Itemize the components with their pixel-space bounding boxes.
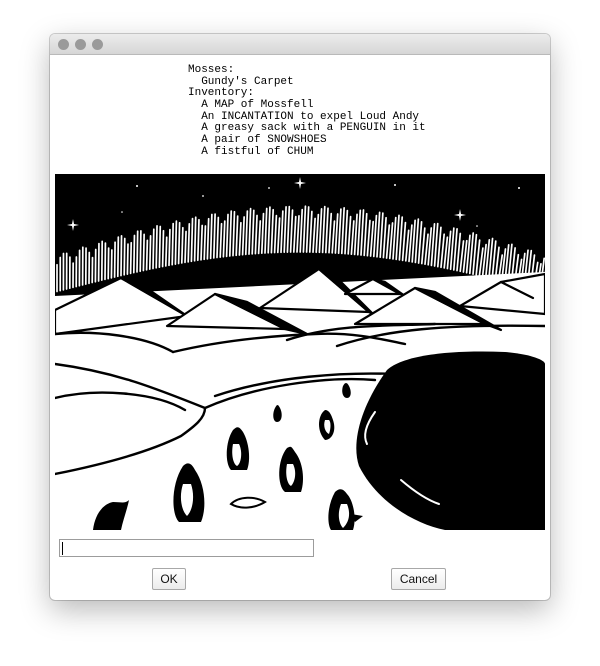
status-line: A fistful of CHUM <box>188 145 314 158</box>
status-line: A MAP of Mossfell <box>188 99 314 112</box>
penguin-landscape-image <box>55 174 545 530</box>
close-window-button[interactable] <box>58 39 69 50</box>
status-line: Mosses: <box>188 64 235 76</box>
ok-button[interactable]: OK <box>152 568 186 590</box>
minimize-window-button[interactable] <box>75 39 86 50</box>
title-bar <box>50 34 550 55</box>
status-panel: Mosses: Gundy's Carpet Inventory: A MAP … <box>188 64 426 159</box>
zoom-window-button[interactable] <box>92 39 103 50</box>
game-window: Mosses: Gundy's Carpet Inventory: A MAP … <box>50 34 550 600</box>
cancel-button[interactable]: Cancel <box>391 568 446 590</box>
command-input[interactable] <box>59 539 314 557</box>
text-caret <box>62 542 63 555</box>
scene-illustration <box>55 174 545 530</box>
